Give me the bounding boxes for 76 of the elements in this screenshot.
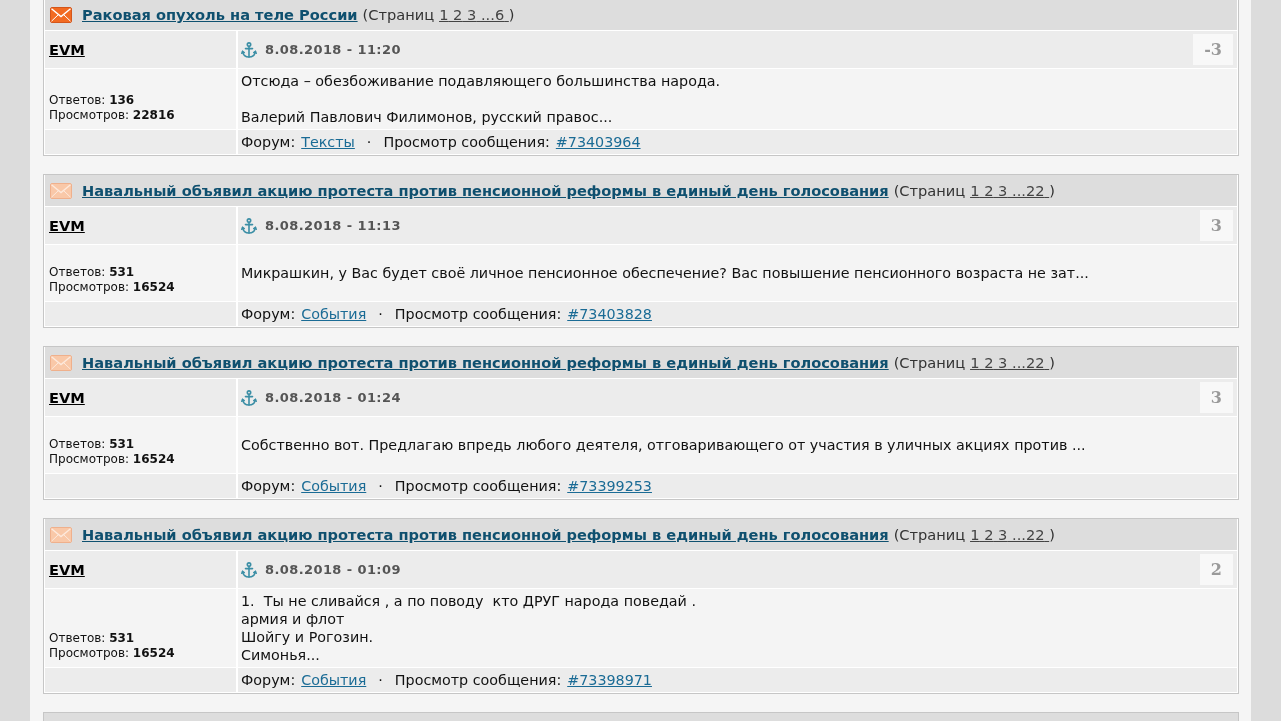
topic-title-link[interactable]: Навальный объявил акцию протеста против пенсионной реформы в единый день голосования (82, 526, 889, 543)
anchor-icon (241, 41, 257, 58)
message-link[interactable]: #73403828 (567, 306, 652, 322)
author-link[interactable]: EVM (49, 561, 85, 578)
post-excerpt: Собственно вот. Предлагаю впредь любого деятеля, отговаривающего от участия в уличных акциях против ... (241, 436, 1086, 454)
topic-stat-text: Ответов: 531 (49, 265, 136, 280)
closing-parenthesis: ) (1049, 182, 1055, 199)
anchor-icon (241, 561, 257, 578)
page-link[interactable]: 3 (998, 526, 1008, 543)
post-excerpt: Микрашкин, у Вас будет своё личное пенсионное обеспечение? Вас повышение пенсионного возраста не зат... (241, 264, 1089, 282)
separator-dot: · (378, 306, 383, 322)
topic-stat-text: Просмотров: 16524 (49, 280, 176, 295)
post-excerpt: 1. Ты не сливайся , а по поводу кто ДРУГ народа поведай . армия и флот Шойгу и Рогозин. Симонья... (241, 592, 696, 664)
author-link[interactable]: EVM (49, 217, 85, 234)
topic-title-link[interactable]: Навальный объявил акцию протеста против пенсионной реформы в единый день голосования (82, 182, 889, 199)
forum-label: Форум: (241, 306, 296, 322)
message-link[interactable]: #73403964 (555, 134, 641, 150)
forum-link[interactable]: Тексты (301, 134, 355, 150)
topic-title-link[interactable]: Раковая опухоль на теле России (82, 6, 358, 23)
pages-label: (Страниц (362, 6, 435, 23)
message-label: Просмотр сообщения: (383, 134, 550, 150)
post-date: 8.08.2018 - 01:24 (265, 390, 401, 405)
page-link[interactable]: 1 (439, 6, 449, 23)
message-label: Просмотр сообщения: (394, 672, 562, 688)
anchor-icon (241, 217, 257, 234)
message-label: Просмотр сообщения: (394, 478, 562, 494)
topic-stat-text: Просмотров: 22816 (49, 108, 176, 123)
post-rating: 2 (1199, 554, 1233, 585)
page-link[interactable]: 1 (970, 354, 980, 371)
message-link[interactable]: #73398971 (567, 672, 652, 688)
forum-link[interactable]: События (301, 306, 367, 322)
page-link[interactable]: ...6 (480, 6, 505, 23)
forum-label: Форум: (241, 478, 296, 494)
page-link[interactable]: 1 (970, 182, 980, 199)
topic-stat-text: Ответов: 136 (49, 93, 136, 108)
page-link[interactable]: 2 (984, 526, 994, 543)
closing-parenthesis: ) (1049, 526, 1055, 543)
page-link[interactable]: 3 (998, 182, 1008, 199)
page-link[interactable]: ...22 (1012, 182, 1045, 199)
forum-link[interactable]: События (301, 478, 367, 494)
post-date: 8.08.2018 - 11:13 (265, 218, 401, 233)
post-date: 8.08.2018 - 01:09 (265, 562, 401, 577)
pages-label: (Страниц (893, 526, 966, 543)
post-rating: -3 (1193, 34, 1233, 65)
separator-dot: · (378, 672, 383, 688)
separator-dot: · (378, 478, 383, 494)
page-link[interactable]: 3 (998, 354, 1008, 371)
page-link[interactable]: 2 (984, 182, 994, 199)
topic-stat-text: Ответов: 531 (49, 437, 136, 452)
closing-parenthesis: ) (508, 6, 515, 23)
closing-parenthesis: ) (1049, 354, 1055, 371)
author-link[interactable]: EVM (49, 389, 85, 406)
page-link[interactable]: 2 (984, 354, 994, 371)
page-link[interactable]: ...22 (1012, 354, 1045, 371)
post-date: 8.08.2018 - 11:20 (265, 42, 401, 57)
page-link[interactable]: 1 (970, 526, 980, 543)
pages-label: (Страниц (893, 182, 966, 199)
page-link[interactable]: 2 (453, 6, 463, 23)
post-excerpt: Отсюда – обезбоживание подавляющего большинства народа. Валерий Павлович Филимонов, русский правос... (241, 72, 721, 126)
separator-dot: · (366, 134, 372, 150)
author-link[interactable]: EVM (49, 41, 85, 58)
forum-label: Форум: (241, 672, 296, 688)
pages-label: (Страниц (893, 354, 966, 371)
forum-label: Форум: (241, 134, 296, 150)
message-label: Просмотр сообщения: (394, 306, 562, 322)
page-link[interactable]: ...22 (1012, 526, 1045, 543)
topic-stat-text: Ответов: 531 (49, 631, 136, 646)
topic-stat-text: Просмотров: 16524 (49, 646, 176, 661)
forum-link[interactable]: События (301, 672, 367, 688)
post-rating: 3 (1199, 210, 1233, 241)
anchor-icon (241, 389, 257, 406)
post-rating: 3 (1199, 382, 1233, 413)
topic-stat-text: Просмотров: 16524 (49, 452, 176, 467)
page-link[interactable]: 3 (467, 6, 477, 23)
message-link[interactable]: #73399253 (567, 478, 652, 494)
topic-title-link[interactable]: Навальный объявил акцию протеста против пенсионной реформы в единый день голосования (82, 354, 889, 371)
